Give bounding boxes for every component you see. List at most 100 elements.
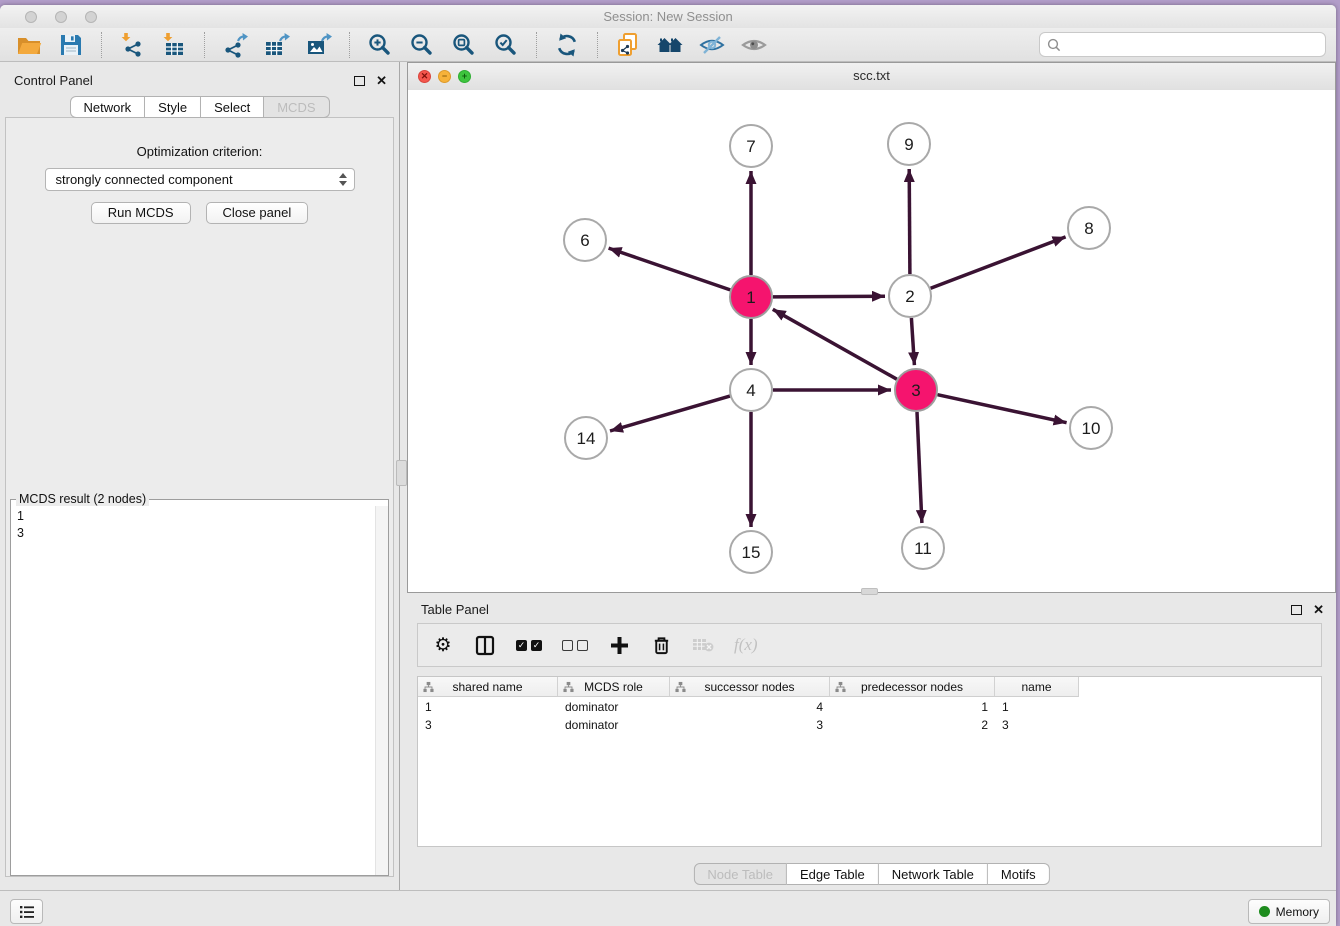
close-network-button[interactable]: ✕ — [418, 70, 431, 83]
network-canvas[interactable]: 1 2 3 4 6 7 8 9 10 11 14 15 — [408, 90, 1335, 592]
table-mode-button[interactable]: ⚙ — [432, 631, 454, 659]
minimize-network-button[interactable]: − — [438, 70, 451, 83]
show-columns-button[interactable] — [474, 631, 496, 659]
graph-node-14[interactable]: 14 — [565, 417, 607, 459]
export-network-button[interactable] — [218, 30, 252, 60]
desktop-background: Session: New Session Control Panel ✕ Net… — [0, 0, 1340, 926]
graph-node-6[interactable]: 6 — [564, 219, 606, 261]
float-table-panel-icon[interactable] — [1291, 605, 1302, 615]
edge-4-14[interactable] — [610, 396, 730, 431]
network-window-titlebar[interactable]: ✕ − + scc.txt — [408, 63, 1335, 91]
svg-text:14: 14 — [577, 429, 596, 448]
zoom-network-button[interactable]: + — [458, 70, 471, 83]
column-header-predecessor-nodes[interactable]: predecessor nodes — [830, 677, 995, 697]
zoom-selected-button[interactable] — [489, 30, 523, 60]
main-toolbar — [0, 28, 1336, 62]
edge-3-1[interactable] — [773, 309, 897, 379]
table-cell: 3 — [418, 717, 558, 733]
home-button[interactable] — [653, 30, 687, 60]
toolbar-separator — [536, 32, 537, 58]
tab-style[interactable]: Style — [145, 96, 201, 118]
tab-network[interactable]: Network — [69, 96, 145, 118]
table-panel-header: Table Panel ✕ — [407, 595, 1336, 621]
edge-1-2[interactable] — [773, 296, 885, 297]
column-header-name[interactable]: name — [995, 677, 1079, 697]
svg-text:7: 7 — [746, 137, 755, 156]
close-panel-button[interactable]: Close panel — [206, 202, 309, 224]
save-session-button[interactable] — [54, 30, 88, 60]
graph-node-3[interactable]: 3 — [895, 369, 937, 411]
open-file-button[interactable] — [12, 30, 46, 60]
refresh-view-button[interactable] — [550, 30, 584, 60]
graph-node-1[interactable]: 1 — [730, 276, 772, 318]
export-image-button[interactable] — [302, 30, 336, 60]
task-history-button[interactable] — [10, 899, 43, 924]
zoom-out-button[interactable] — [405, 30, 439, 60]
optimization-select[interactable]: strongly connected component — [45, 168, 355, 191]
table-cell: 1 — [418, 699, 558, 715]
graph-node-2[interactable]: 2 — [889, 275, 931, 317]
close-table-panel-icon[interactable]: ✕ — [1313, 603, 1324, 616]
create-column-icon — [609, 635, 630, 656]
import-network-button[interactable] — [115, 30, 149, 60]
edge-3-10[interactable] — [938, 395, 1067, 423]
column-header-successor-nodes[interactable]: successor nodes — [670, 677, 830, 697]
export-table-button[interactable] — [260, 30, 294, 60]
tab-mcds[interactable]: MCDS — [264, 96, 329, 118]
graph-node-9[interactable]: 9 — [888, 123, 930, 165]
edge-3-11[interactable] — [917, 412, 922, 523]
toolbar-separator — [597, 32, 598, 58]
export-image-icon — [306, 32, 332, 58]
column-type-icon — [563, 681, 574, 693]
result-scrollbar[interactable] — [375, 506, 388, 875]
run-mcds-button[interactable]: Run MCDS — [91, 202, 191, 224]
graph-node-8[interactable]: 8 — [1068, 207, 1110, 249]
graph-node-4[interactable]: 4 — [730, 369, 772, 411]
tab-node-table[interactable]: Node Table — [693, 863, 787, 885]
table-row[interactable]: 1dominator411 — [418, 699, 1321, 715]
delete-columns-button[interactable] — [650, 631, 672, 659]
search-field[interactable] — [1039, 32, 1326, 57]
edge-2-9[interactable] — [909, 169, 910, 274]
function-builder-button: f(x) — [734, 631, 758, 659]
tab-network-table[interactable]: Network Table — [879, 863, 988, 885]
delete-columns-icon — [651, 635, 672, 656]
show-all-button[interactable] — [737, 30, 771, 60]
svg-text:10: 10 — [1082, 419, 1101, 438]
vertical-splitter-handle[interactable] — [396, 460, 407, 486]
tab-select[interactable]: Select — [201, 96, 264, 118]
float-panel-icon[interactable] — [354, 76, 365, 86]
status-bar: Memory — [0, 890, 1336, 926]
zoom-in-button[interactable] — [363, 30, 397, 60]
select-all-icon: ✓✓ — [516, 640, 542, 651]
edge-2-3[interactable] — [911, 318, 914, 365]
graph-node-7[interactable]: 7 — [730, 125, 772, 167]
column-header-MCDS-role[interactable]: MCDS role — [558, 677, 670, 697]
column-header-shared-name[interactable]: shared name — [418, 677, 558, 697]
close-panel-icon[interactable]: ✕ — [376, 74, 387, 87]
column-type-icon — [835, 681, 846, 693]
graph-node-11[interactable]: 11 — [902, 527, 944, 569]
memory-button[interactable]: Memory — [1248, 899, 1330, 924]
first-neighbors-button[interactable] — [611, 30, 645, 60]
select-all-button[interactable]: ✓✓ — [516, 631, 542, 659]
horizontal-splitter-handle[interactable] — [861, 588, 878, 595]
hide-details-button[interactable] — [695, 30, 729, 60]
network-view-window: ✕ − + scc.txt 1 2 3 4 6 7 8 9 10 11 14 15 — [407, 62, 1336, 593]
edge-1-6[interactable] — [609, 248, 731, 290]
table-toolbar: ⚙ ✓✓ f(x) — [417, 623, 1322, 667]
import-table-button[interactable] — [157, 30, 191, 60]
node-table: shared nameMCDS rolesuccessor nodesprede… — [417, 676, 1322, 847]
graph-node-15[interactable]: 15 — [730, 531, 772, 573]
mcds-result-area[interactable]: 13 — [11, 506, 388, 875]
import-network-icon — [119, 32, 145, 58]
tab-edge-table[interactable]: Edge Table — [787, 863, 879, 885]
tab-motifs[interactable]: Motifs — [988, 863, 1050, 885]
deselect-all-button[interactable] — [562, 631, 588, 659]
create-column-button[interactable] — [608, 631, 630, 659]
search-input[interactable] — [1066, 36, 1318, 53]
zoom-fit-button[interactable] — [447, 30, 481, 60]
edge-2-8[interactable] — [931, 237, 1066, 288]
graph-node-10[interactable]: 10 — [1070, 407, 1112, 449]
table-row[interactable]: 3dominator323 — [418, 717, 1321, 733]
